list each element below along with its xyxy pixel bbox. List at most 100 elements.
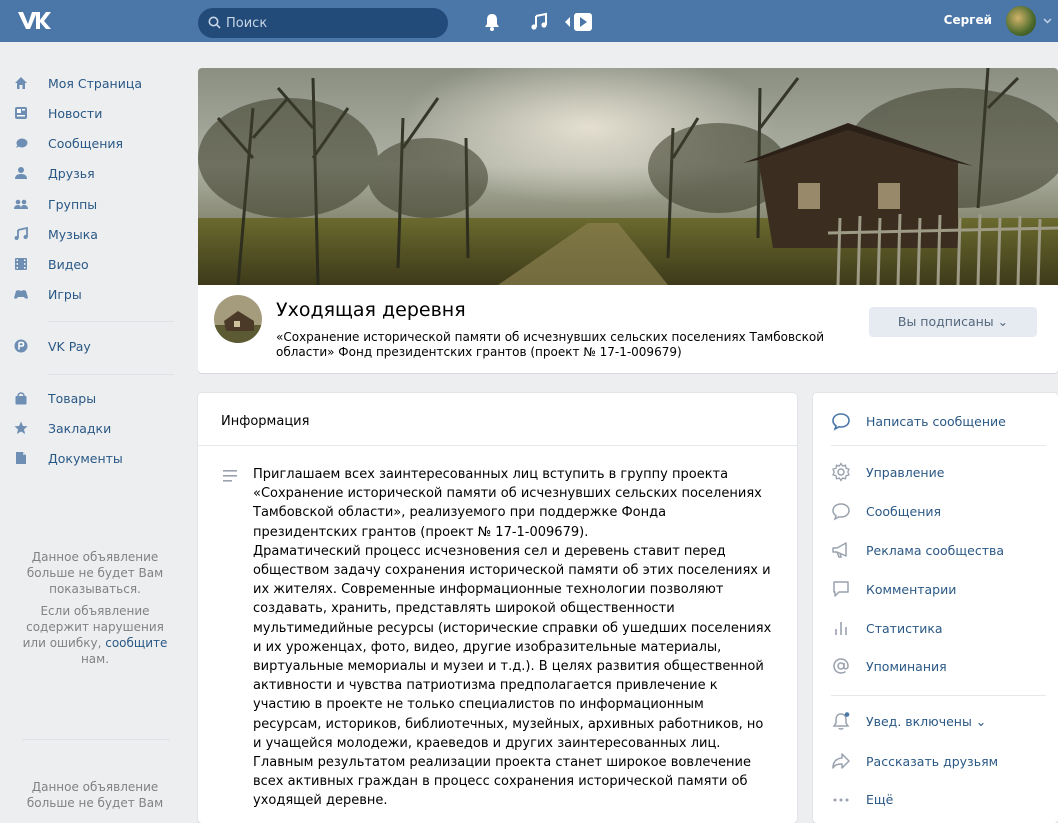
- sidebar-divider: [22, 739, 170, 740]
- top-bar: Сергей: [0, 0, 1058, 42]
- sidebar-item-label: Друзья: [48, 165, 95, 181]
- sidebar-item-label: Музыка: [48, 226, 98, 242]
- at-icon: [833, 658, 849, 674]
- action-label: Ещё: [866, 791, 894, 807]
- group-cover-image: [198, 68, 1058, 285]
- vk-logo-icon[interactable]: [17, 9, 51, 31]
- music-icon: [14, 227, 28, 240]
- ad-report-post: нам.: [80, 652, 110, 666]
- search-box[interactable]: [198, 8, 448, 38]
- sidebar: Моя Страница Новости Сообщения Друзья Гр…: [0, 42, 180, 811]
- info-header: Информация: [198, 393, 797, 446]
- sidebar-item-label: Моя Страница: [48, 75, 142, 91]
- sidebar-item-my-page[interactable]: Моя Страница: [14, 69, 174, 97]
- subscribed-button[interactable]: Вы подписаны ⌄: [869, 307, 1037, 337]
- statistics-button[interactable]: Статистика: [831, 614, 1051, 642]
- ad-hidden-text: Данное объявление больше не будет Вам по…: [26, 550, 164, 596]
- sidebar-item-bookmarks[interactable]: Закладки: [14, 414, 174, 442]
- sidebar-item-label: Игры: [48, 286, 82, 302]
- more-icon: [833, 798, 849, 802]
- sidebar-item-goods[interactable]: Товары: [14, 384, 174, 412]
- groups-icon: [14, 199, 28, 209]
- messages-icon: [16, 138, 28, 148]
- sidebar-item-label: Документы: [48, 450, 123, 466]
- megaphone-icon: [832, 542, 847, 558]
- group-description: Приглашаем всех заинтересованных лиц вст…: [253, 467, 772, 809]
- ad-notice-2: Данное объявление больше не будет Вам: [26, 780, 164, 810]
- share-icon: [832, 753, 850, 769]
- home-icon: [15, 77, 27, 89]
- sidebar-item-label: Группы: [48, 196, 98, 212]
- actions-divider: [831, 695, 1046, 696]
- stats-icon: [835, 622, 847, 635]
- sidebar-item-label: Новости: [48, 105, 103, 121]
- sidebar-item-label: Товары: [48, 390, 97, 406]
- ad-notice: Данное объявление больше не будет Вам по…: [0, 549, 190, 667]
- user-menu[interactable]: Сергей: [938, 0, 1058, 42]
- action-label: Управление: [866, 464, 945, 480]
- description-lines-icon: [223, 470, 237, 482]
- community-ads-button[interactable]: Реклама сообщества: [831, 536, 1051, 564]
- sidebar-item-label: Сообщения: [48, 135, 124, 151]
- sidebar-divider: [48, 321, 174, 322]
- actions-panel: Написать сообщение Управление Сообщения …: [813, 393, 1058, 823]
- action-label: Написать сообщение: [866, 413, 1006, 429]
- actions-divider: [831, 445, 1046, 446]
- player-controls-icon[interactable]: [563, 11, 593, 33]
- cover-photo: [198, 68, 1058, 285]
- comment-icon: [833, 581, 849, 597]
- sidebar-item-label: Видео: [48, 256, 89, 272]
- sidebar-item-groups[interactable]: Группы: [14, 190, 174, 218]
- action-label: Реклама сообщества: [866, 542, 1005, 558]
- action-label: Статистика: [866, 620, 943, 636]
- sidebar-item-news[interactable]: Новости: [14, 99, 174, 127]
- mentions-button[interactable]: Упоминания: [831, 652, 1051, 680]
- user-name: Сергей: [943, 13, 992, 27]
- comments-button[interactable]: Комментарии: [831, 575, 1051, 603]
- news-icon: [15, 107, 27, 119]
- sidebar-item-documents[interactable]: Документы: [14, 444, 174, 472]
- sidebar-item-video[interactable]: Видео: [14, 250, 174, 278]
- search-input[interactable]: [226, 8, 436, 38]
- sidebar-item-messages[interactable]: Сообщения: [14, 129, 174, 157]
- write-message-button[interactable]: Написать сообщение: [831, 407, 1051, 435]
- sidebar-item-label: Закладки: [48, 420, 112, 436]
- sidebar-item-vkpay[interactable]: VK Pay: [14, 332, 174, 360]
- messages-button[interactable]: Сообщения: [831, 497, 1051, 525]
- action-label: Сообщения: [866, 503, 942, 519]
- documents-icon: [16, 452, 26, 464]
- sidebar-item-music[interactable]: Музыка: [14, 220, 174, 248]
- gear-icon: [832, 462, 850, 482]
- message-icon: [832, 503, 850, 521]
- action-label: Рассказать друзьям: [866, 753, 999, 769]
- group-title: Уходящая деревня: [276, 299, 466, 321]
- group-header: Уходящая деревня «Сохранение историческо…: [198, 285, 1058, 373]
- group-avatar-image: [214, 295, 262, 343]
- group-status: «Сохранение исторической памяти об исчез…: [276, 330, 825, 359]
- search-icon: [208, 16, 221, 29]
- bell-icon: [832, 712, 850, 730]
- bell-icon[interactable]: [481, 11, 503, 33]
- sidebar-divider: [48, 374, 174, 375]
- vkpay-icon: [14, 339, 28, 353]
- sidebar-item-games[interactable]: Игры: [14, 280, 174, 308]
- action-label: Увед. включены ⌄: [866, 713, 987, 729]
- avatar: [1006, 6, 1036, 36]
- chat-bubble-icon: [832, 413, 850, 431]
- goods-icon: [15, 392, 27, 405]
- video-icon: [15, 258, 27, 270]
- games-icon: [14, 290, 28, 299]
- action-label: Комментарии: [866, 581, 957, 597]
- notifications-button[interactable]: Увед. включены ⌄: [831, 707, 1051, 735]
- action-label: Упоминания: [866, 658, 947, 674]
- sidebar-item-friends[interactable]: Друзья: [14, 159, 174, 187]
- report-link[interactable]: сообщите: [105, 636, 167, 650]
- music-icon[interactable]: [528, 11, 550, 33]
- group-avatar[interactable]: [214, 295, 262, 343]
- bookmarks-icon: [14, 421, 28, 434]
- share-button[interactable]: Рассказать друзьям: [831, 747, 1051, 775]
- ad-report-text: Если объявление содержит нарушения или о…: [22, 603, 168, 667]
- manage-button[interactable]: Управление: [831, 458, 1051, 486]
- more-button[interactable]: Ещё: [831, 785, 1051, 813]
- info-heading: Информация: [221, 414, 310, 429]
